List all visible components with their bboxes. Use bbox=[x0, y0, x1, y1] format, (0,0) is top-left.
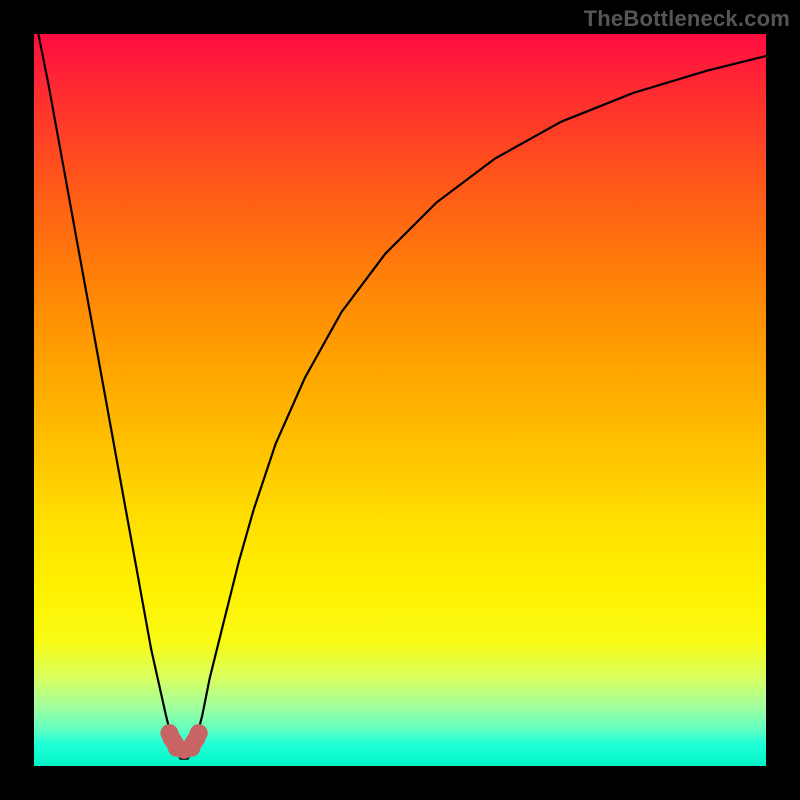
optimal-marker bbox=[160, 724, 207, 759]
bottleneck-curve bbox=[34, 34, 766, 759]
marker-dot bbox=[185, 734, 203, 752]
watermark-text: TheBottleneck.com bbox=[584, 6, 790, 32]
marker-dot bbox=[166, 734, 184, 752]
chart-svg bbox=[34, 34, 766, 766]
plot-area bbox=[34, 34, 766, 766]
